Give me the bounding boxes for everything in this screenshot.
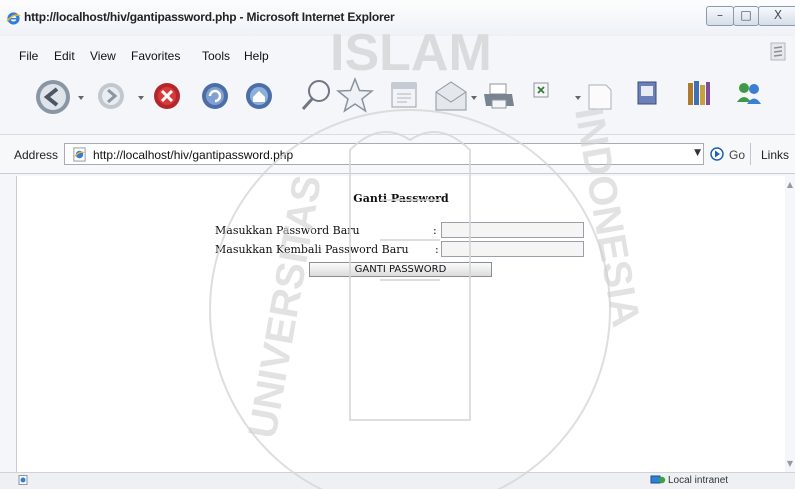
page-title: Ganti Password <box>353 192 449 205</box>
mail-icon[interactable] <box>432 80 470 112</box>
home-icon[interactable] <box>244 81 274 111</box>
scroll-down-arrow-icon[interactable]: ▼ <box>787 459 793 468</box>
links-divider <box>750 143 751 165</box>
forward-dropdown-icon[interactable] <box>138 96 144 100</box>
page-content: ▲ ▼ Ganti Password Masukkan Password Bar… <box>16 176 793 472</box>
menu-file[interactable]: File <box>19 49 38 63</box>
back-icon[interactable] <box>34 78 72 116</box>
search-icon[interactable] <box>300 78 332 112</box>
back-dropdown-icon[interactable] <box>78 96 84 100</box>
confirm-password-colon: : <box>435 243 439 256</box>
status-bar: Local intranet <box>0 472 795 489</box>
favorites-star-icon[interactable] <box>336 77 374 113</box>
research-icon[interactable] <box>686 79 712 107</box>
forward-icon[interactable] <box>96 81 126 111</box>
close-icon: X <box>773 8 783 22</box>
confirm-password-label: Masukkan Kembali Password Baru <box>215 243 409 256</box>
address-label: Address <box>14 148 59 162</box>
windows-flag-icon <box>770 42 786 61</box>
history-icon[interactable] <box>389 80 419 110</box>
menu-view[interactable]: View <box>90 49 116 63</box>
menu-favorites[interactable]: Favorites <box>131 49 180 63</box>
minimize-icon: – <box>717 8 723 22</box>
title-bar: http://localhost/hiv/gantipassword.php -… <box>0 0 795 36</box>
maximize-button[interactable]: □ <box>733 6 759 26</box>
security-zone-label: Local intranet <box>668 475 729 486</box>
address-dropdown-icon[interactable]: ▼ <box>694 148 701 158</box>
minimize-button[interactable]: – <box>706 6 734 26</box>
page-status-icon <box>18 475 28 485</box>
page-icon <box>73 147 86 162</box>
blank-page-icon[interactable] <box>586 82 614 112</box>
stop-icon[interactable] <box>152 81 182 111</box>
browser-window: http://localhost/hiv/gantipassword.php -… <box>0 0 795 489</box>
new-password-colon: : <box>433 224 437 237</box>
messenger-icon[interactable] <box>636 80 658 106</box>
window-title: http://localhost/hiv/gantipassword.php -… <box>24 10 395 24</box>
mail-dropdown-icon[interactable] <box>471 96 477 100</box>
go-button[interactable]: Go <box>729 148 745 162</box>
links-button[interactable]: Links <box>761 148 789 162</box>
new-password-input[interactable] <box>441 222 584 238</box>
menu-bar: File Edit View Favorites Tools Help <box>0 36 795 66</box>
close-button[interactable]: X <box>758 6 795 26</box>
go-icon[interactable] <box>710 147 724 161</box>
menu-edit[interactable]: Edit <box>54 49 75 63</box>
scroll-up-arrow-icon[interactable]: ▲ <box>787 180 793 189</box>
edit-dropdown-icon[interactable] <box>575 96 581 100</box>
menu-tools[interactable]: Tools <box>202 49 230 63</box>
address-input[interactable]: http://localhost/hiv/gantipassword.php ▼ <box>64 143 704 165</box>
maximize-icon: □ <box>740 8 752 22</box>
ie-logo-icon <box>6 12 21 25</box>
confirm-password-input[interactable] <box>441 241 584 257</box>
address-url: http://localhost/hiv/gantipassword.php <box>93 148 294 162</box>
address-bar: Address http://localhost/hiv/gantipasswo… <box>0 134 795 174</box>
menu-help[interactable]: Help <box>244 49 269 63</box>
ganti-password-button[interactable]: GANTI PASSWORD <box>309 262 492 277</box>
print-icon[interactable] <box>482 82 516 110</box>
new-password-label: Masukkan Password Baru <box>215 224 360 237</box>
refresh-icon[interactable] <box>200 81 230 111</box>
toolbar <box>0 66 795 134</box>
contacts-icon[interactable] <box>734 80 764 106</box>
local-intranet-icon <box>650 475 666 484</box>
edit-icon[interactable] <box>533 82 549 98</box>
